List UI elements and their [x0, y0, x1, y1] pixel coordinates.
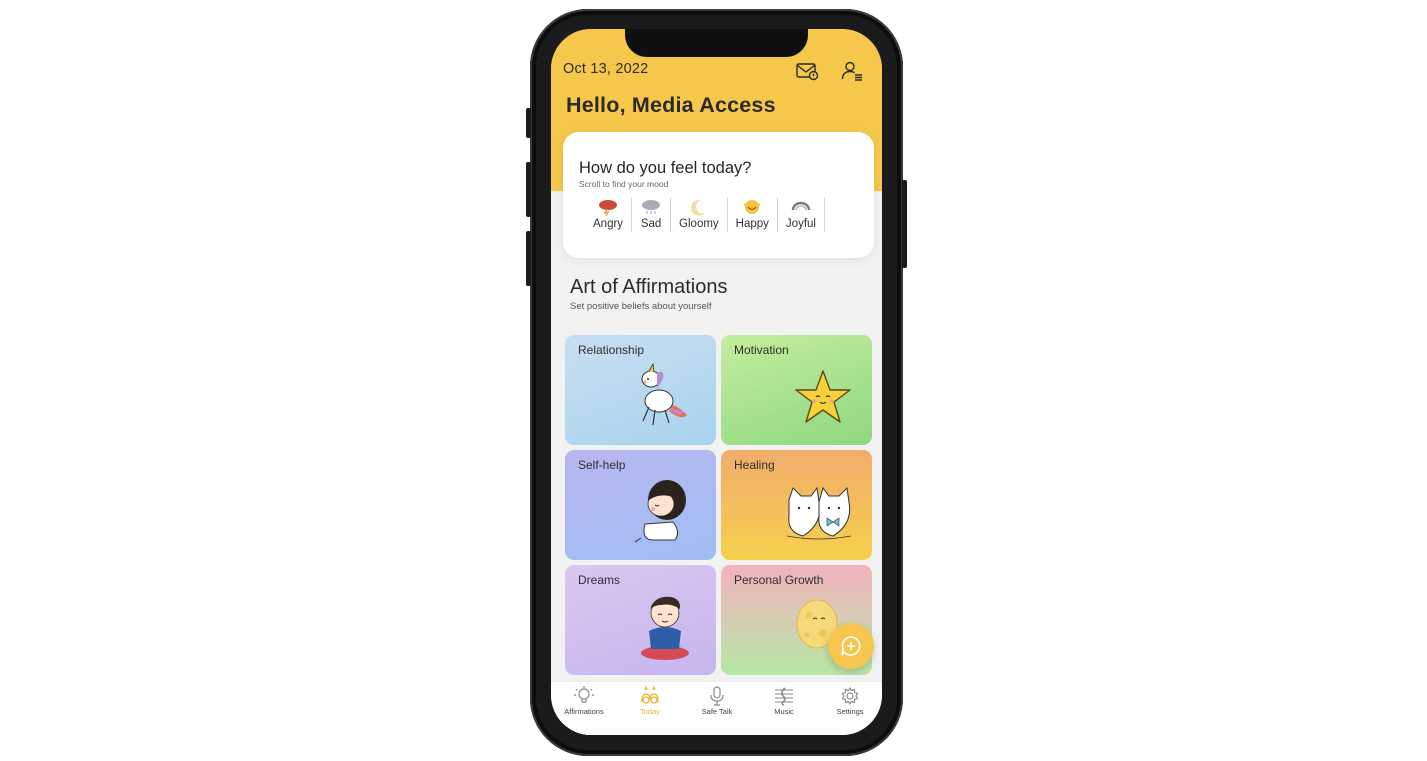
profile-list-icon[interactable] [839, 58, 865, 84]
mood-label: Sad [640, 218, 662, 230]
tab-settings[interactable]: Settings [817, 686, 882, 716]
tab-label: Settings [836, 707, 864, 716]
tab-today[interactable]: Today [617, 686, 683, 716]
category-label: Healing [734, 458, 775, 472]
microphone-icon [710, 686, 724, 706]
category-self-help[interactable]: Self-help [565, 450, 716, 560]
tab-label: Today [639, 707, 660, 716]
mood-angry[interactable]: Angry [585, 198, 633, 232]
music-icon [775, 687, 793, 706]
mood-sad[interactable]: Sad [632, 198, 672, 232]
mail-icon[interactable] [794, 58, 820, 84]
mood-label: Angry [593, 218, 624, 230]
mood-card-title: How do you feel today? [579, 159, 752, 177]
mood-gloomy[interactable]: Gloomy [671, 198, 728, 232]
tab-affirmations[interactable]: Affirmations [551, 686, 617, 716]
mood-card-subtitle: Scroll to find your mood [579, 179, 669, 189]
category-label: Self-help [578, 458, 626, 472]
category-healing[interactable]: Healing [721, 450, 872, 560]
category-label: Personal Growth [734, 573, 824, 587]
today-icon [641, 686, 659, 704]
chat-plus-icon [841, 636, 861, 656]
category-dreams[interactable]: Dreams [565, 565, 716, 675]
tab-safe-talk[interactable]: Safe Talk [684, 686, 750, 716]
bulb-icon [574, 686, 594, 703]
tab-label: Affirmations [564, 707, 604, 716]
category-relationship[interactable]: Relationship [565, 335, 716, 445]
mood-joyful[interactable]: Joyful [778, 198, 825, 232]
rainbow-icon [791, 201, 811, 211]
app-screen: Oct 13, 2022 Hello, Media Access How do … [551, 29, 882, 735]
rain-cloud-icon [642, 200, 661, 214]
mute-switch [526, 108, 531, 138]
volume-down-button [526, 231, 531, 286]
current-date: Oct 13, 2022 [563, 61, 649, 77]
greeting-heading: Hello, Media Access [566, 93, 776, 117]
settings-icon [841, 686, 859, 706]
cats-illustration [786, 486, 852, 540]
power-button [902, 180, 907, 268]
new-chat-button[interactable] [828, 623, 874, 669]
camera-notch [625, 29, 808, 57]
mood-selector[interactable]: Angry Sad Gloomy Happy Joyful [585, 198, 825, 234]
unicorn-illustration [641, 363, 687, 426]
tab-music[interactable]: Music [751, 686, 817, 716]
tab-label: Music [774, 707, 794, 716]
happy-face-icon [743, 200, 761, 214]
girl-illustration [634, 480, 686, 543]
bottom-tab-bar: Affirmations Today Safe Talk Music Setti… [551, 681, 882, 735]
category-label: Motivation [734, 343, 789, 357]
mood-label: Gloomy [679, 218, 719, 230]
mood-card: How do you feel today? Scroll to find yo… [563, 132, 874, 258]
star-illustration [795, 370, 851, 423]
storm-cloud-icon [599, 200, 618, 216]
mood-label: Happy [735, 218, 769, 230]
category-label: Relationship [578, 343, 645, 357]
affirmations-subtitle: Set positive beliefs about yourself [570, 301, 712, 312]
boy-illustration [641, 596, 689, 660]
category-motivation[interactable]: Motivation [721, 335, 872, 445]
moon-icon [690, 199, 705, 216]
affirmations-title: Art of Affirmations [570, 276, 728, 298]
volume-up-button [526, 162, 531, 217]
mood-happy[interactable]: Happy [728, 198, 778, 232]
category-label: Dreams [578, 573, 621, 587]
mood-label: Joyful [785, 218, 816, 230]
tab-label: Safe Talk [701, 707, 733, 716]
